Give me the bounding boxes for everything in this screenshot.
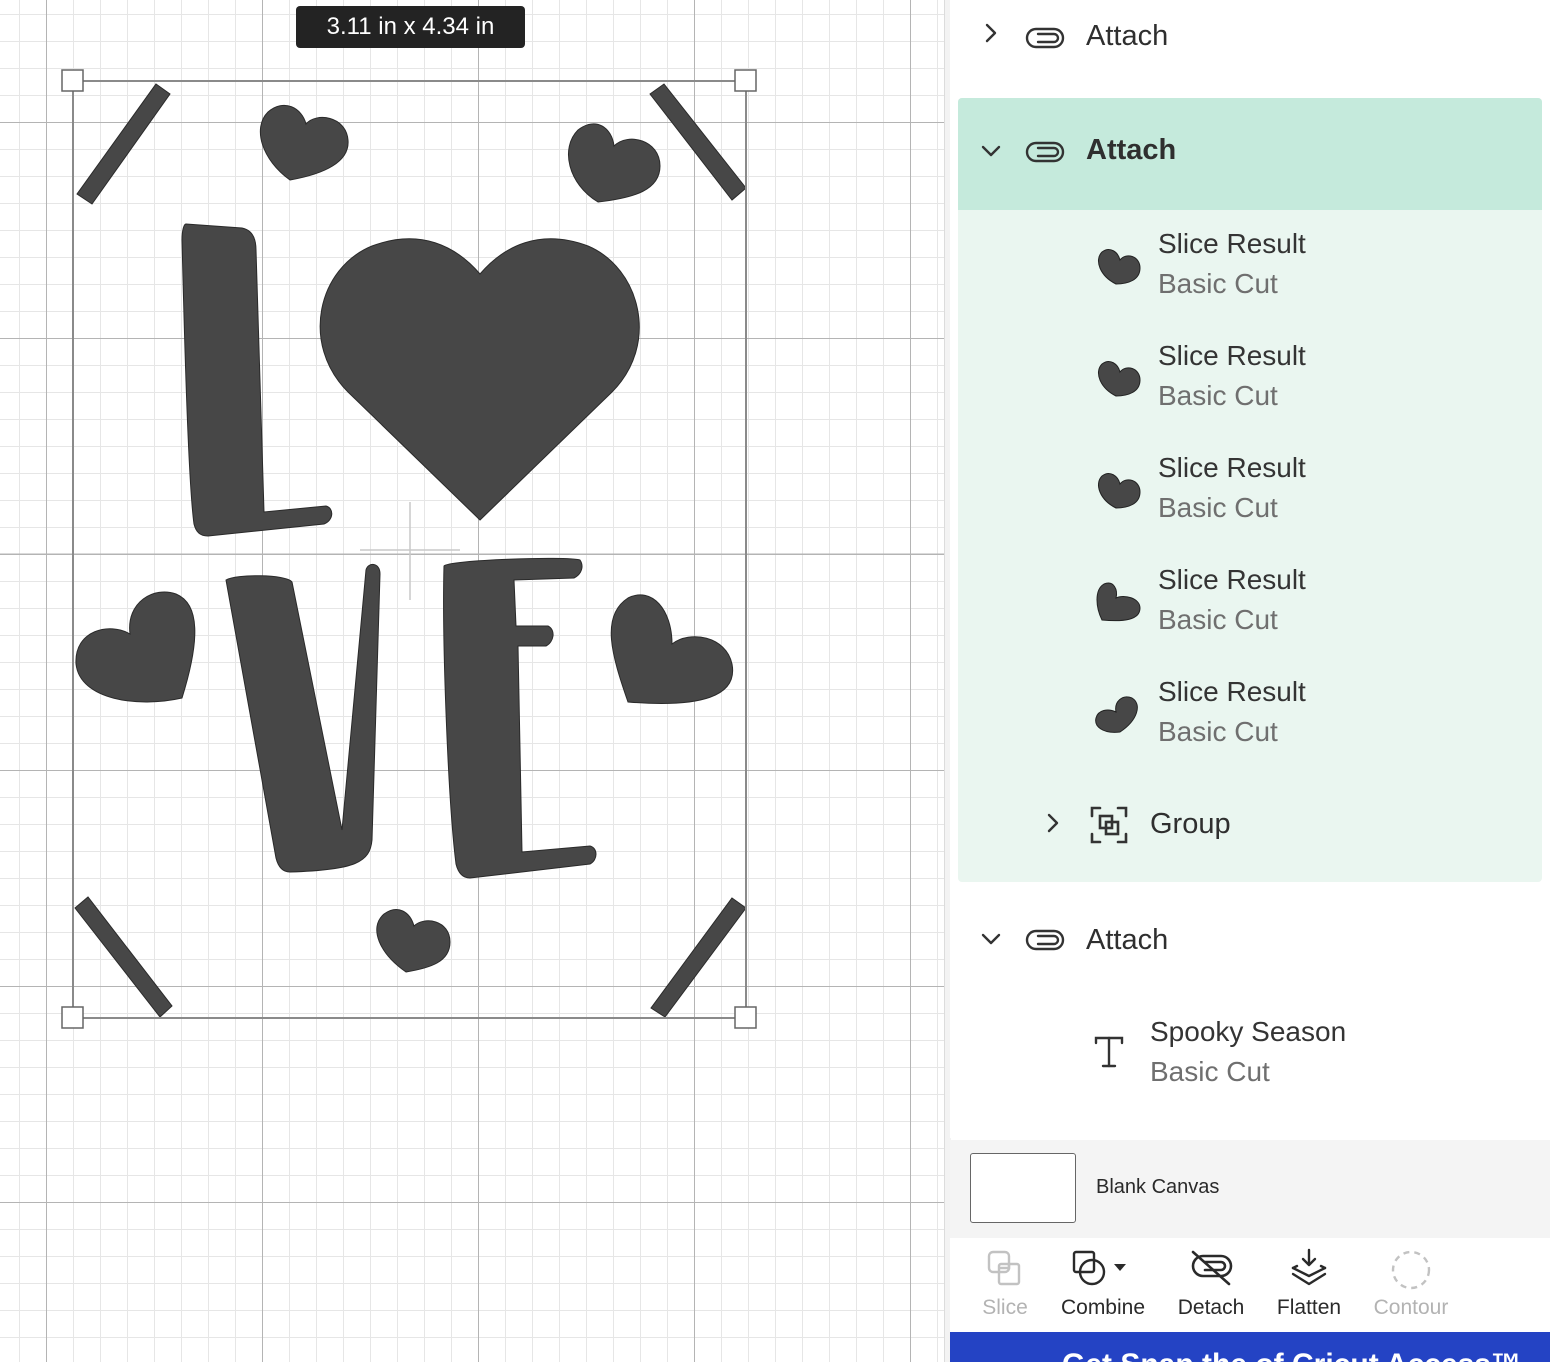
heart-thumbnail-icon: [1096, 582, 1141, 622]
detach-button[interactable]: Detach: [1156, 1238, 1266, 1332]
heart-thumbnail-icon: [1098, 473, 1141, 509]
layer-attach-text[interactable]: Attach: [950, 902, 1550, 980]
flatten-button[interactable]: Flatten: [1254, 1238, 1364, 1332]
layer-label: Attach: [1086, 20, 1169, 52]
layer-child-text[interactable]: Spooky Season Basic Cut: [950, 1010, 1550, 1110]
heart-small-top-right[interactable]: [568, 123, 661, 203]
layer-label: Group: [1150, 808, 1231, 840]
canvas-label: Blank Canvas: [1096, 1176, 1220, 1198]
heart-thumbnail-icon: [1098, 361, 1141, 397]
contour-icon: [1391, 1250, 1431, 1290]
selection-size-badge: 3.11 in x 4.34 in: [296, 6, 525, 48]
layer-child-slice-result[interactable]: Slice Result Basic Cut: [958, 222, 1542, 322]
blank-canvas-row[interactable]: Blank Canvas: [950, 1140, 1550, 1238]
layer-attach-selected-group: Attach Slice Result Basic Cut Slice Resu…: [958, 98, 1542, 882]
chevron-down-icon[interactable]: [980, 928, 1002, 950]
heart-small-bottom[interactable]: [376, 909, 451, 973]
chevron-down-icon[interactable]: [980, 140, 1002, 162]
layer-attach-selected[interactable]: Attach: [958, 98, 1542, 210]
chevron-right-icon[interactable]: [980, 22, 1002, 44]
layer-attach-collapsed[interactable]: Attach: [950, 0, 1550, 76]
slice-label: Slice: [982, 1296, 1028, 1319]
layer-child-subtitle: Basic Cut: [1158, 716, 1278, 747]
corner-bar-bottom-right[interactable]: [650, 897, 747, 1018]
layer-child-title: Slice Result: [1158, 340, 1306, 371]
layer-child-title: Slice Result: [1158, 676, 1306, 707]
chevron-right-icon[interactable]: [1042, 812, 1064, 834]
text-layer-icon: [1094, 1036, 1124, 1068]
detach-icon: [1191, 1250, 1233, 1286]
contour-label: Contour: [1373, 1296, 1449, 1319]
letter-e-shape[interactable]: [443, 557, 597, 879]
layer-child-title: Spooky Season: [1150, 1016, 1347, 1047]
attach-icon: [1025, 141, 1065, 163]
big-heart-shape[interactable]: [319, 238, 640, 521]
canvas-artwork: [0, 69, 944, 1029]
layer-child-subtitle: Basic Cut: [1150, 1056, 1270, 1087]
layer-child-subtitle: Basic Cut: [1158, 492, 1278, 523]
resize-handle-bottom-left[interactable]: [61, 1006, 84, 1029]
layer-label: Attach: [1086, 924, 1169, 956]
combine-icon: [1072, 1250, 1126, 1286]
combine-label: Combine: [1060, 1296, 1146, 1319]
layer-child-title: Slice Result: [1158, 452, 1306, 483]
corner-bar-top-right[interactable]: [649, 83, 747, 201]
corner-bar-top-left[interactable]: [76, 83, 171, 205]
layer-child-subtitle: Basic Cut: [1158, 604, 1278, 635]
layer-child-group[interactable]: Group: [958, 788, 1542, 868]
layer-label: Attach: [1086, 134, 1177, 166]
canvas-thumbnail: [970, 1153, 1076, 1223]
attach-icon: [1025, 929, 1065, 951]
design-canvas[interactable]: 3.11 in x 4.34 in: [0, 0, 944, 1362]
banner-text: Get Snap the of Cricut Access™: [1062, 1348, 1521, 1362]
group-icon: [1090, 806, 1128, 844]
layer-child-slice-result[interactable]: Slice Result Basic Cut: [958, 334, 1542, 434]
corner-bar-bottom-left[interactable]: [74, 896, 173, 1018]
layer-child-slice-result[interactable]: Slice Result Basic Cut: [958, 670, 1542, 770]
flatten-label: Flatten: [1276, 1296, 1342, 1319]
combine-button[interactable]: Combine: [1048, 1238, 1158, 1332]
layer-child-title: Slice Result: [1158, 564, 1306, 595]
detach-label: Detach: [1177, 1296, 1245, 1319]
slice-icon: [987, 1250, 1021, 1286]
dropdown-caret-icon: [1114, 1264, 1126, 1271]
letter-v-shape[interactable]: [225, 564, 381, 873]
resize-handle-bottom-right[interactable]: [734, 1006, 757, 1029]
heart-thumbnail-icon: [1098, 249, 1141, 285]
resize-handle-top-left[interactable]: [61, 69, 84, 92]
slice-button[interactable]: Slice: [950, 1238, 1060, 1332]
heart-small-left[interactable]: [75, 591, 196, 703]
attach-icon: [1025, 27, 1065, 49]
layer-child-subtitle: Basic Cut: [1158, 380, 1278, 411]
access-promo-banner[interactable]: Get Snap the of Cricut Access™: [950, 1332, 1550, 1362]
heart-thumbnail-icon: [1095, 696, 1138, 733]
contour-button[interactable]: Contour: [1356, 1238, 1466, 1332]
resize-handle-top-right[interactable]: [734, 69, 757, 92]
layer-child-subtitle: Basic Cut: [1158, 268, 1278, 299]
heart-small-top-left[interactable]: [259, 104, 349, 181]
layer-child-title: Slice Result: [1158, 228, 1306, 259]
flatten-icon: [1291, 1248, 1327, 1286]
layers-panel: Attach Attach Slice Result Basic Cut Sli…: [950, 0, 1550, 1138]
letter-l-shape[interactable]: [181, 223, 333, 537]
layer-child-slice-result[interactable]: Slice Result Basic Cut: [958, 446, 1542, 546]
heart-small-right[interactable]: [610, 594, 734, 704]
layers-toolbar: Slice Combine Detach Flatten Contour: [950, 1238, 1550, 1332]
layer-child-slice-result[interactable]: Slice Result Basic Cut: [958, 558, 1542, 658]
